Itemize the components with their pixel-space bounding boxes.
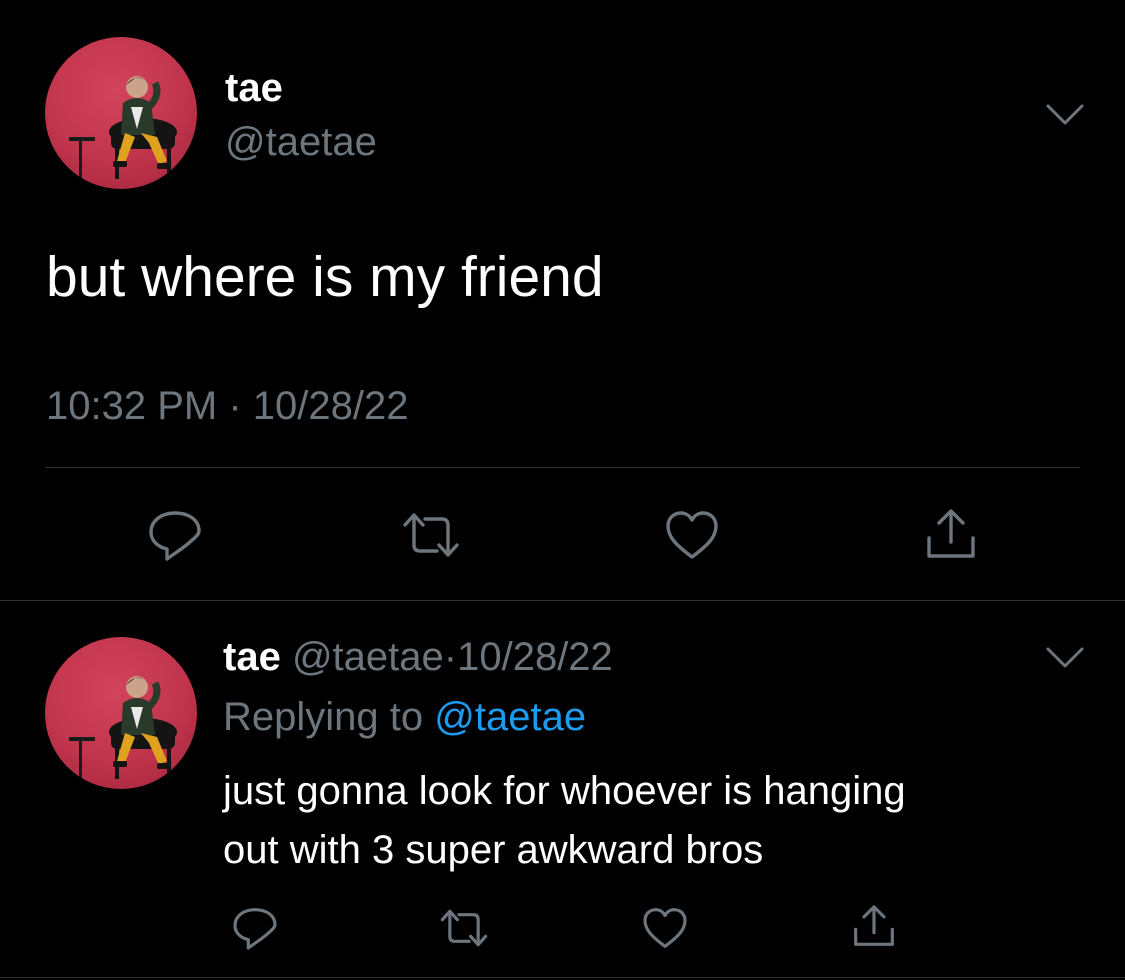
reply-icon[interactable] (223, 896, 287, 960)
user-handle[interactable]: @taetae (225, 118, 377, 166)
avatar[interactable] (45, 637, 197, 789)
divider (46, 467, 1080, 468)
share-icon[interactable] (919, 502, 983, 566)
divider (0, 600, 1125, 601)
replying-to: Replying to @taetae (223, 692, 586, 742)
reply-icon[interactable] (143, 503, 207, 567)
divider (0, 977, 1125, 978)
display-name[interactable]: tae (225, 64, 283, 112)
tweet-text: but where is my friend (46, 245, 604, 309)
chevron-down-icon[interactable] (1045, 101, 1085, 127)
mention-link[interactable]: @taetae (434, 695, 586, 739)
replying-to-label: Replying to (223, 695, 424, 739)
retweet-icon[interactable] (432, 896, 496, 960)
display-name[interactable]: tae (223, 635, 281, 679)
reply-header: tae @taetae·10/28/22 (223, 632, 613, 682)
separator: · (443, 635, 458, 679)
tweet-text-line: out with 3 super awkward bros (223, 828, 764, 872)
avatar[interactable] (45, 37, 197, 189)
like-icon[interactable] (660, 503, 724, 567)
like-icon[interactable] (633, 896, 697, 960)
tweet-timestamp[interactable]: 10:32 PM · 10/28/22 (46, 382, 408, 430)
user-handle[interactable]: @taetae (292, 635, 444, 679)
tweet-date[interactable]: 10/28/22 (457, 635, 613, 679)
tweet-text: just gonna look for whoever is hanging o… (223, 762, 1083, 880)
chevron-down-icon[interactable] (1045, 644, 1085, 670)
tweet-text-line: just gonna look for whoever is hanging (223, 769, 906, 813)
share-icon[interactable] (842, 894, 906, 958)
retweet-icon[interactable] (399, 503, 463, 567)
